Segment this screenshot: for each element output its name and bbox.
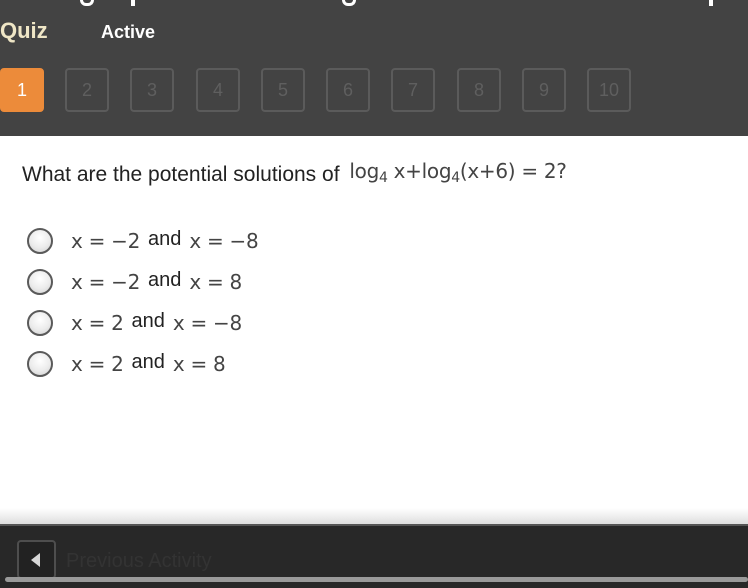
option-conjunction: and <box>148 268 182 291</box>
option-conjunction: and <box>131 350 165 373</box>
equation-log: log <box>349 159 379 183</box>
status-label: Active <box>101 22 156 42</box>
question-nav-button-1[interactable]: 1 <box>0 68 44 112</box>
equation-log: log <box>421 159 452 183</box>
option-value-left: x = 2 <box>71 310 124 335</box>
question-nav-button-5[interactable]: 5 <box>261 68 305 112</box>
option-value-left: x = −2 <box>71 269 140 294</box>
question-nav-button-3[interactable]: 3 <box>130 68 174 112</box>
option-label: x = 2 and x = −8 <box>71 309 242 336</box>
option-value-right: x = −8 <box>172 310 242 335</box>
question-nav-button-6[interactable]: 6 <box>326 68 370 112</box>
option-value-left: x = 2 <box>71 351 124 376</box>
question-nav-button-8[interactable]: 8 <box>457 68 501 112</box>
option-value-right: x = 8 <box>189 269 242 294</box>
footer-scrollbar[interactable] <box>5 577 748 582</box>
option-label: x = −2 and x = −8 <box>71 227 259 254</box>
option-value-right: x = 8 <box>172 351 226 376</box>
option-value-left: x = −2 <box>71 228 140 253</box>
radio-button[interactable] <box>27 269 53 295</box>
question-nav-button-2[interactable]: 2 <box>65 68 109 112</box>
question-prompt: What are the potential solutions of log4… <box>22 159 567 189</box>
title-glyph-fragment <box>131 0 135 6</box>
option-value-right: x = −8 <box>189 228 259 253</box>
question-nav-button-7[interactable]: 7 <box>391 68 435 112</box>
title-glyph-fragment <box>342 0 356 6</box>
radio-button[interactable] <box>27 351 53 377</box>
footer-shadow <box>0 508 748 524</box>
option-label: x = −2 and x = 8 <box>71 268 242 295</box>
question-equation: log4 x+log4(x+6) = 2? <box>349 159 567 186</box>
option-conjunction: and <box>131 309 165 332</box>
previous-activity-label[interactable]: Previous Activity <box>66 550 212 573</box>
question-nav-button-9[interactable]: 9 <box>522 68 566 112</box>
triangle-left-icon <box>30 552 40 567</box>
radio-button[interactable] <box>27 310 53 336</box>
cropped-title <box>0 0 748 8</box>
footer-bar: Previous Activity <box>0 524 748 588</box>
question-nav-button-4[interactable]: 4 <box>196 68 240 112</box>
equation-argument: x+ <box>393 159 422 183</box>
equation-base: 4 <box>378 170 388 186</box>
title-glyph-fragment <box>80 0 94 6</box>
question-text: What are the potential solutions of <box>22 163 340 186</box>
radio-button[interactable] <box>27 228 53 254</box>
option-conjunction: and <box>148 227 182 250</box>
quiz-header: Quiz Active 1 2 3 4 5 6 7 8 9 10 <box>0 0 748 136</box>
equation-argument: (x+6) = 2? <box>459 159 567 183</box>
option-label: x = 2 and x = 8 <box>71 350 226 377</box>
section-label: Quiz <box>0 18 48 43</box>
equation-base: 4 <box>451 170 460 186</box>
answer-option[interactable]: x = 2 and x = 8 <box>27 349 287 379</box>
question-nav-button-10[interactable]: 10 <box>587 68 631 112</box>
previous-activity-button[interactable] <box>17 540 56 579</box>
answer-option[interactable]: x = 2 and x = −8 <box>27 308 287 338</box>
title-glyph-fragment <box>709 0 713 6</box>
answer-option[interactable]: x = −2 and x = −8 <box>27 226 287 256</box>
answer-option[interactable]: x = −2 and x = 8 <box>27 267 287 297</box>
